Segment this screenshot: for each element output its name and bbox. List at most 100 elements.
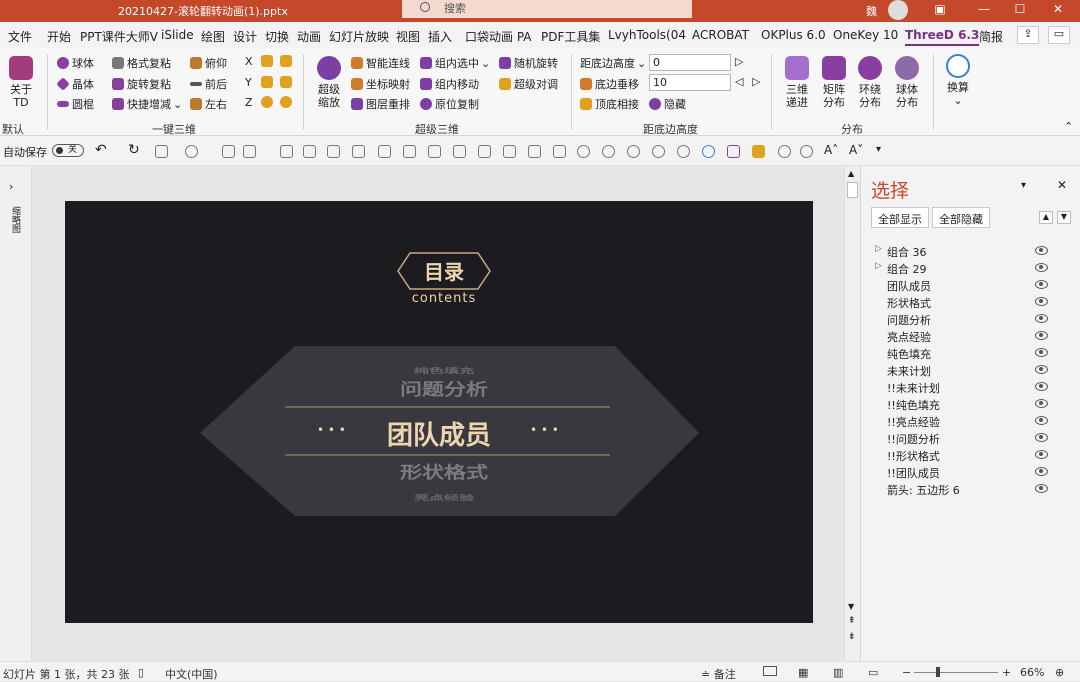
avatar[interactable] [888, 0, 908, 20]
visibility-eye-icon[interactable] [1035, 467, 1048, 476]
zoom-out-icon[interactable]: − [902, 666, 911, 679]
tab-home[interactable]: 开始 [47, 28, 71, 45]
hide-all-button[interactable]: 全部隐藏 [932, 207, 990, 228]
rod-button[interactable]: 圆棍 [57, 96, 94, 112]
scroll-up-icon[interactable]: ▲ [848, 169, 854, 178]
fit-slide-icon[interactable]: ⊕ [1055, 666, 1064, 679]
font-shrink-icon[interactable]: A˅ [849, 143, 863, 157]
quick-adjust-button[interactable]: 快捷增减 ⌄ [112, 96, 182, 112]
rect-icon[interactable] [243, 145, 256, 158]
fill-color-icon[interactable] [752, 145, 765, 158]
3d-progressive-button[interactable]: 三维 递进 [780, 56, 814, 109]
bring-forward-icon[interactable]: ▲ [1039, 211, 1053, 224]
align-middle-icon[interactable] [428, 145, 441, 158]
tab-threed[interactable]: ThreeD 6.3 [905, 28, 980, 46]
tab-file[interactable]: 文件 [8, 28, 32, 45]
tab-islide[interactable]: iSlide [161, 28, 194, 42]
notes-button[interactable]: ≐ 备注 [701, 666, 736, 682]
expand-group-icon[interactable]: ▷ [875, 261, 882, 271]
rotate-icon[interactable] [528, 145, 541, 158]
bottom-shift-input[interactable]: 10 [649, 74, 731, 91]
tab-lvyhtools[interactable]: LvyhTools(04 [608, 28, 686, 42]
selection-item[interactable]: 形状格式 [887, 295, 931, 311]
x-rotate-cw-icon[interactable] [280, 55, 292, 67]
maximize-icon[interactable]: ☐ [1008, 2, 1032, 20]
selection-item[interactable]: !!亮点经验 [887, 414, 940, 430]
arrow-left-icon[interactable] [553, 145, 566, 158]
shapes-icon[interactable] [185, 145, 198, 158]
send-backward-icon[interactable]: ▼ [1057, 211, 1071, 224]
tab-slideshow[interactable]: 幻灯片放映 [329, 28, 389, 45]
share-icon[interactable]: ⇪ [1017, 26, 1039, 44]
selection-item[interactable]: !!纯色填充 [887, 397, 940, 413]
format-copy-button[interactable]: 格式复粘 [112, 55, 171, 71]
visibility-eye-icon[interactable] [1035, 484, 1048, 493]
vertical-scrollbar[interactable]: ▲ ▼ ⇞ ⇟ [844, 166, 860, 661]
undo-icon[interactable]: ↶ [95, 142, 107, 158]
sphere-distribute-button[interactable]: 球体 分布 [890, 56, 924, 109]
visibility-eye-icon[interactable] [1035, 246, 1048, 255]
search-box[interactable]: 搜索 [402, 0, 692, 18]
spellcheck-icon[interactable]: ▯ [138, 666, 144, 679]
step-left-icon[interactable]: ◁ [735, 75, 743, 88]
autosave-toggle[interactable]: 关 [52, 144, 84, 157]
tab-pptmaster[interactable]: PPT课件大师V [80, 28, 158, 45]
rounded-rect-icon[interactable] [222, 145, 235, 158]
tab-design[interactable]: 设计 [233, 28, 257, 45]
prev-slide-icon[interactable]: ⇞ [848, 616, 856, 626]
tab-insert[interactable]: 插入 [428, 28, 452, 45]
align-center-icon[interactable] [303, 145, 316, 158]
visibility-eye-icon[interactable] [1035, 280, 1048, 289]
left-right-button[interactable]: 左右 [190, 96, 227, 112]
show-all-button[interactable]: 全部显示 [871, 207, 929, 228]
redo-icon[interactable]: ↻ [128, 142, 140, 158]
visibility-eye-icon[interactable] [1035, 348, 1048, 357]
expand-group-icon[interactable]: ▷ [875, 244, 882, 254]
visibility-eye-icon[interactable] [1035, 314, 1048, 323]
selection-item[interactable]: 问题分析 [887, 312, 931, 328]
tab-view[interactable]: 视图 [396, 28, 420, 45]
minimize-icon[interactable]: — [972, 2, 996, 20]
group-move-button[interactable]: 组内移动 [420, 76, 479, 92]
slideshow-view-icon[interactable]: ▭ [868, 666, 878, 679]
tab-onekey[interactable]: OneKey 10 [833, 28, 898, 42]
visibility-eye-icon[interactable] [1035, 331, 1048, 340]
front-back-button[interactable]: 前后 [190, 76, 227, 92]
distribute-h-icon[interactable] [352, 145, 365, 158]
selection-item[interactable]: 未来计划 [887, 363, 931, 379]
next-slide-icon[interactable]: ⇟ [848, 632, 856, 642]
pane-options-icon[interactable]: ▾ [1021, 180, 1026, 191]
selection-item[interactable]: 组合 36 [887, 244, 927, 260]
align-bottom-icon[interactable] [453, 145, 466, 158]
selection-item[interactable]: !!未来计划 [887, 380, 940, 396]
visibility-eye-icon[interactable] [1035, 399, 1048, 408]
tab-okplus[interactable]: OKPlus 6.0 [761, 28, 826, 42]
layer-reorder-button[interactable]: 图层重排 [351, 96, 410, 112]
collapse-ribbon-icon[interactable]: ⌃ [1064, 120, 1073, 133]
random-rotate-button[interactable]: 随机旋转 [499, 55, 558, 71]
tab-acrobat[interactable]: ACROBAT [692, 28, 749, 42]
visibility-eye-icon[interactable] [1035, 297, 1048, 306]
close-icon[interactable]: ✕ [1046, 2, 1070, 20]
sorter-view-icon[interactable]: ▦ [798, 666, 808, 679]
font-grow-icon[interactable]: A˄ [824, 143, 838, 157]
rotate-copy-button[interactable]: 旋转复粘 [112, 76, 171, 92]
scroll-down-icon[interactable]: ▼ [848, 602, 854, 611]
tab-pocket-animation[interactable]: 口袋动画 PA [465, 28, 532, 45]
z-rotate-ccw-icon[interactable] [261, 96, 273, 108]
z-rotate-cw-icon[interactable] [280, 96, 292, 108]
merge-shapes-icon[interactable] [577, 145, 590, 158]
effects-icon[interactable] [778, 145, 791, 158]
language-indicator[interactable]: 中文(中国) [165, 666, 218, 682]
selection-item[interactable]: 亮点经验 [887, 329, 931, 345]
expand-thumbnails-icon[interactable]: › [9, 180, 13, 193]
selection-item[interactable]: 团队成员 [887, 278, 931, 294]
distribute-v-icon[interactable] [378, 145, 391, 158]
visibility-eye-icon[interactable] [1035, 263, 1048, 272]
visibility-eye-icon[interactable] [1035, 416, 1048, 425]
tab-transitions[interactable]: 切换 [265, 28, 289, 45]
flip-h-icon[interactable] [478, 145, 491, 158]
selection-item[interactable]: !!团队成员 [887, 465, 940, 481]
tab-pdf-tools[interactable]: PDF工具集 [541, 28, 600, 45]
in-place-copy-button[interactable]: 原位复制 [420, 96, 479, 112]
